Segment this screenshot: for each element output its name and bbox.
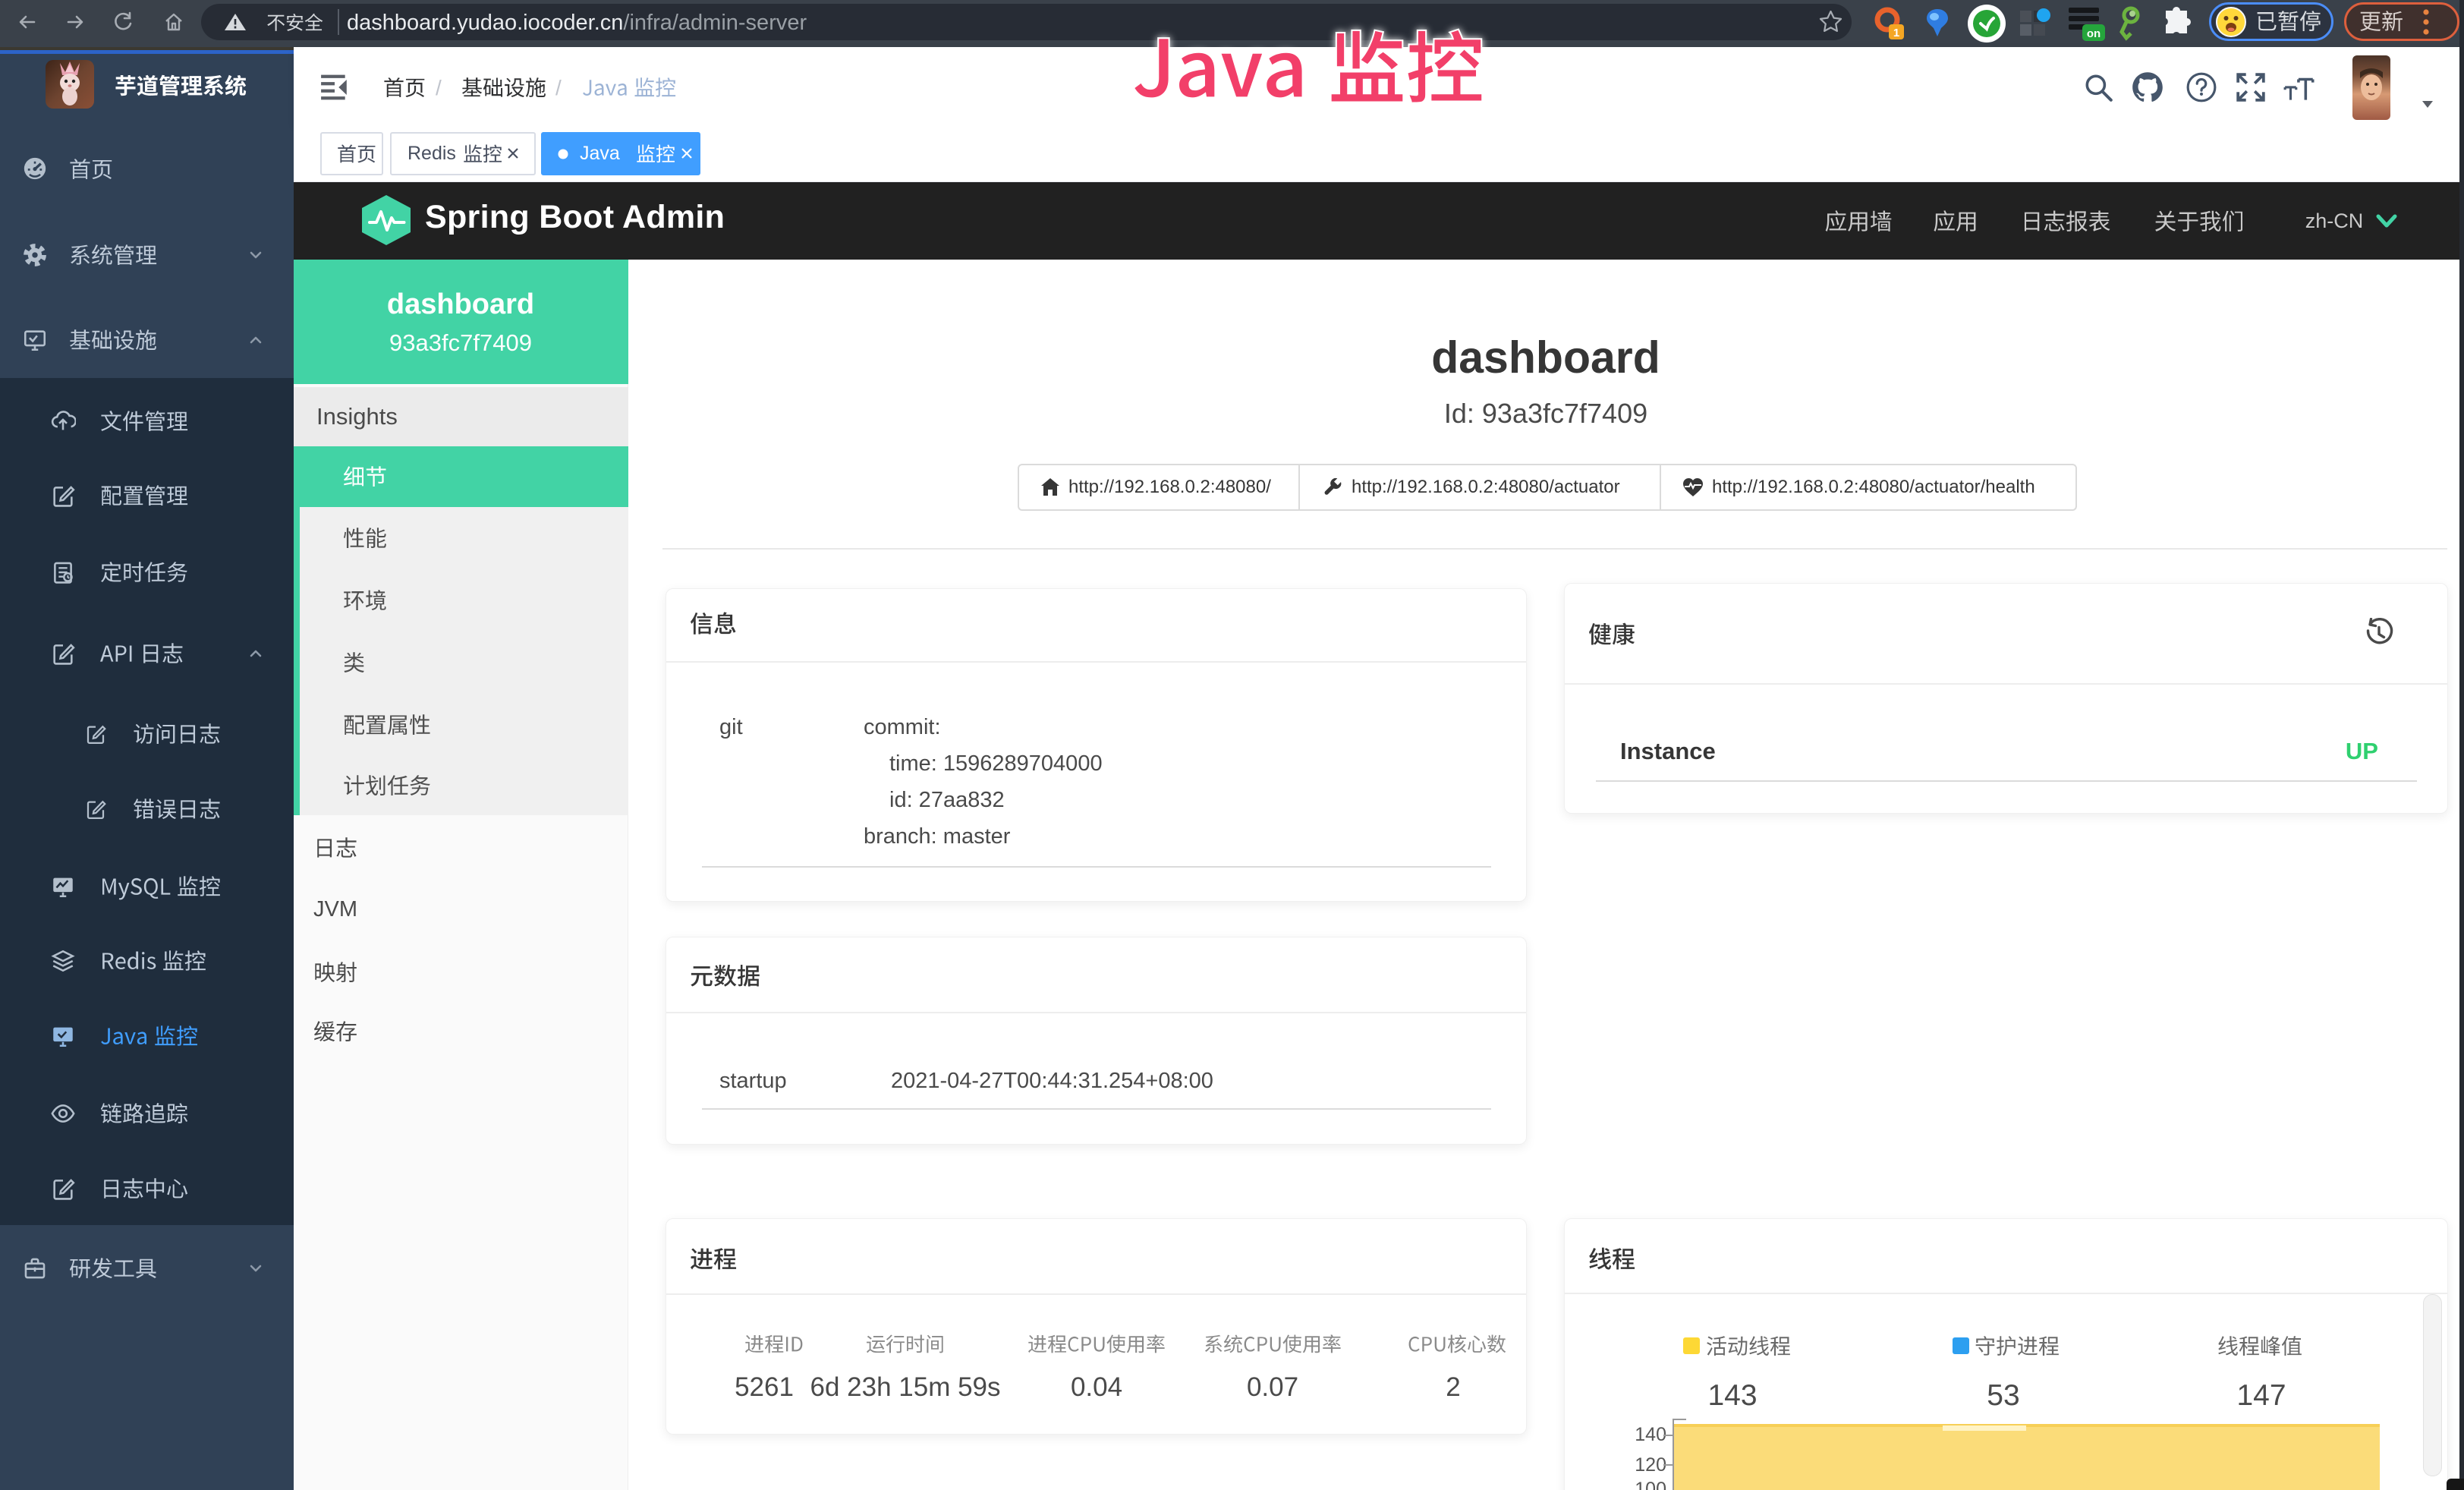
svg-text:1: 1 (1893, 27, 1899, 39)
svg-text:on: on (2087, 27, 2101, 40)
